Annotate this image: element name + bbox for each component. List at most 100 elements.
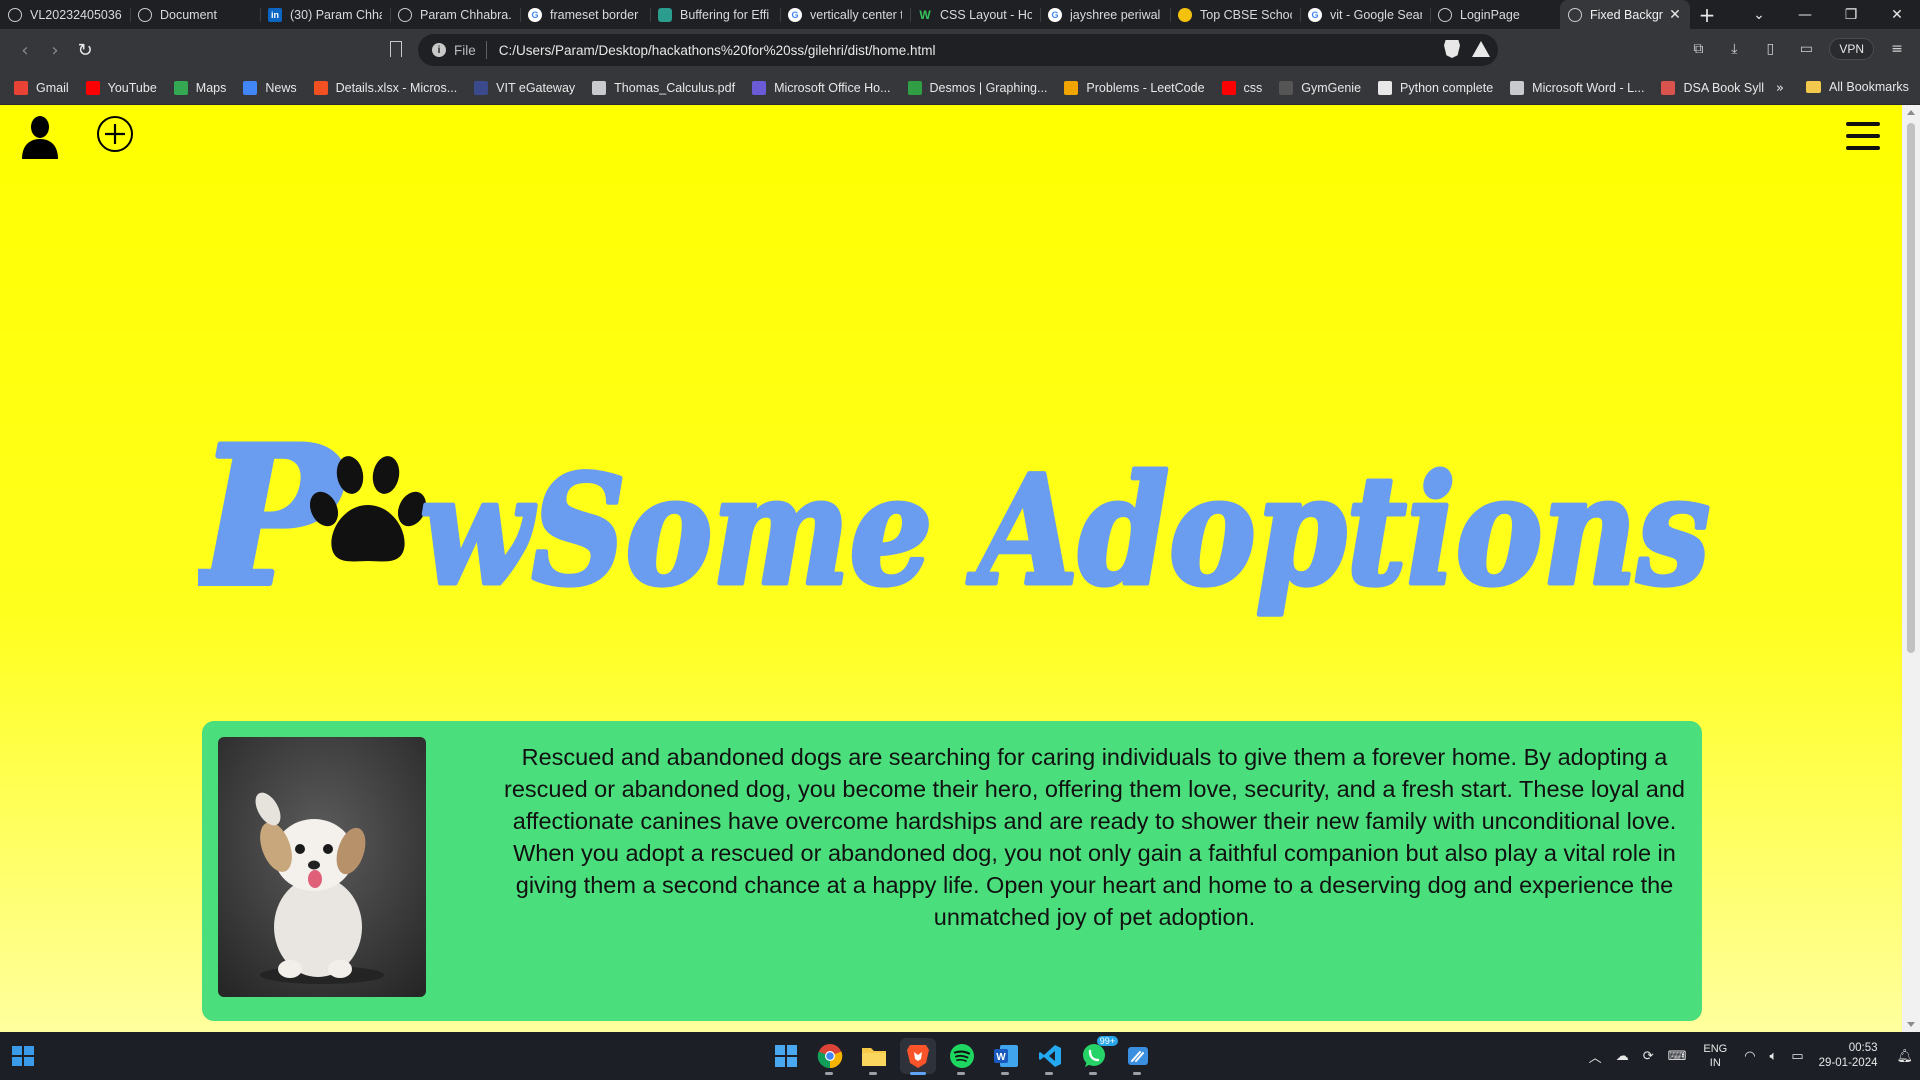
browser-tab[interactable]: Gvit - Google Sear — [1300, 0, 1430, 29]
browser-tab[interactable]: Gframeset border — [520, 0, 650, 29]
notification-bell-icon[interactable]: 🔔︎ — [1896, 1048, 1913, 1064]
spotify-icon — [950, 1044, 974, 1068]
scroll-up-arrow[interactable] — [1907, 110, 1915, 115]
rewards-badge: 1 — [1483, 41, 1490, 48]
start-button[interactable] — [768, 1038, 804, 1074]
scroll-down-arrow[interactable] — [1907, 1022, 1915, 1027]
bookmark-item[interactable]: Python complete — [1378, 81, 1493, 95]
sync-icon[interactable]: ⟳ — [1643, 1048, 1654, 1064]
chrome-app[interactable] — [812, 1038, 848, 1075]
onedrive-icon[interactable]: ☁ — [1616, 1048, 1629, 1064]
vscode-app[interactable] — [1032, 1038, 1068, 1075]
bookmark-item[interactable]: Gmail — [14, 81, 69, 95]
bookmark-item[interactable]: DSA Book Syll — [1661, 81, 1764, 95]
add-pet-icon[interactable] — [96, 115, 134, 153]
browser-tab[interactable]: Document — [130, 0, 260, 29]
forward-button[interactable]: › — [40, 40, 70, 61]
word-app[interactable]: W — [988, 1038, 1024, 1075]
site-logo: P wSome Adoptions — [198, 402, 1713, 631]
page-scrollbar[interactable] — [1902, 105, 1920, 1032]
running-indicator — [825, 1072, 833, 1075]
bookmark-item[interactable]: GymGenie — [1279, 81, 1361, 95]
brave-rewards-icon[interactable]: 1 — [1472, 41, 1490, 57]
browser-tab[interactable]: Gvertically center t — [780, 0, 910, 29]
bookmark-item[interactable]: Details.xlsx - Micros... — [313, 81, 457, 95]
tab-title: Param Chhabra.p — [420, 7, 512, 22]
language-indicator[interactable]: ENG IN — [1703, 1042, 1727, 1070]
sidebar-icon[interactable]: ▯ — [1757, 41, 1783, 57]
bookmark-favicon-icon — [474, 81, 489, 95]
bookmark-item[interactable]: Problems - LeetCode — [1064, 81, 1205, 95]
svg-text:W: W — [996, 1052, 1006, 1063]
browser-tab[interactable]: LoginPage — [1430, 0, 1560, 29]
wifi-icon[interactable]: ◠ — [1744, 1048, 1755, 1064]
wallet-icon[interactable]: ▭ — [1793, 41, 1819, 57]
bookmark-item[interactable]: VIT eGateway — [474, 81, 575, 95]
bookmark-favicon-icon — [1661, 81, 1676, 95]
bookmark-item[interactable]: Microsoft Word - L... — [1510, 81, 1644, 95]
menu-icon[interactable]: ≡ — [1884, 41, 1910, 57]
bookmark-icon[interactable] — [390, 41, 402, 57]
running-indicator — [910, 1072, 926, 1075]
hamburger-line — [1846, 122, 1880, 126]
all-bookmarks-button[interactable]: All Bookmarks — [1806, 80, 1909, 94]
google-icon: G — [788, 7, 802, 22]
clock[interactable]: 00:53 29-01-2024 — [1819, 1041, 1878, 1071]
bookmark-item[interactable]: css — [1221, 81, 1262, 95]
bookmark-item[interactable]: Thomas_Calculus.pdf — [592, 81, 735, 95]
bookmark-item[interactable]: Desmos | Graphing... — [907, 81, 1047, 95]
globe-icon — [8, 7, 22, 22]
minimize-button[interactable]: — — [1782, 7, 1828, 23]
tab-search-icon[interactable]: ⌄ — [1736, 7, 1782, 23]
address-bar[interactable]: i File C:/Users/Param/Desktop/hackathons… — [418, 34, 1498, 66]
hamburger-menu-button[interactable] — [1846, 122, 1880, 150]
url-text[interactable]: C:/Users/Param/Desktop/hackathons%20for%… — [499, 43, 936, 58]
scrollbar-thumb[interactable] — [1907, 123, 1915, 653]
taskbar-apps: W 99+ — [768, 1036, 1156, 1075]
back-button[interactable]: ‹ — [10, 40, 40, 61]
restore-button[interactable]: ❐ — [1828, 7, 1874, 23]
battery-icon[interactable]: ▭ — [1791, 1048, 1803, 1064]
browser-tab[interactable]: W CSS Layout - Hor — [910, 0, 1040, 29]
close-window-button[interactable]: ✕ — [1874, 7, 1920, 23]
bookmark-item[interactable]: News — [243, 81, 297, 95]
browser-tab[interactable]: Gjayshree periwal — [1040, 0, 1170, 29]
browser-tab[interactable]: Fixed Backgr ✕ — [1560, 0, 1690, 29]
chrome-icon — [817, 1044, 843, 1069]
more-bookmarks-button[interactable]: » — [1776, 81, 1784, 96]
browser-tab[interactable]: Buffering for Effi — [650, 0, 780, 29]
close-tab-icon[interactable]: ✕ — [1668, 6, 1682, 23]
tab-title: Top CBSE School — [1200, 7, 1292, 22]
browser-tab[interactable]: Param Chhabra.p — [390, 0, 520, 29]
snipping-tool-app[interactable] — [1120, 1038, 1156, 1075]
window-controls: ⌄ — ❐ ✕ — [1736, 7, 1920, 23]
page-viewport: P wSome Adoptions Rescued and abandoned … — [0, 105, 1902, 1032]
bookmark-item[interactable]: Microsoft Office Ho... — [752, 81, 891, 95]
file-explorer-app[interactable] — [856, 1038, 892, 1075]
user-profile-icon[interactable] — [20, 115, 60, 159]
spotify-app[interactable] — [944, 1038, 980, 1075]
browser-tab[interactable]: VL20232405036 — [0, 0, 130, 29]
whatsapp-app[interactable]: 99+ — [1076, 1036, 1118, 1075]
site-info-icon[interactable]: i — [432, 43, 446, 57]
widgets-icon[interactable] — [12, 1046, 34, 1066]
bookmark-favicon-icon — [1378, 81, 1393, 95]
browser-tab[interactable]: Top CBSE School — [1170, 0, 1300, 29]
vpn-button[interactable]: VPN — [1829, 38, 1874, 60]
tab-title: CSS Layout - Hor — [940, 7, 1032, 22]
show-hidden-icons-icon[interactable]: ︿ — [1589, 1047, 1602, 1066]
bookmark-item[interactable]: Maps — [173, 81, 226, 95]
extensions-icon[interactable]: ⧉ — [1685, 41, 1711, 57]
volume-icon[interactable]: 🔈︎ — [1770, 1048, 1778, 1064]
bookmark-favicon-icon — [85, 81, 100, 95]
brave-shields-icon[interactable] — [1444, 40, 1460, 58]
keyboard-icon[interactable]: ⌨ — [1668, 1048, 1687, 1064]
reload-button[interactable]: ↻ — [70, 40, 100, 61]
globe-icon — [398, 7, 412, 22]
downloads-icon[interactable]: ⤓ — [1721, 41, 1747, 57]
browser-tab[interactable]: in (30) Param Chha — [260, 0, 390, 29]
brave-app[interactable] — [900, 1038, 936, 1075]
new-tab-button[interactable]: + — [1690, 3, 1724, 27]
all-bookmarks-label: All Bookmarks — [1829, 80, 1909, 94]
bookmark-item[interactable]: YouTube — [85, 81, 157, 95]
